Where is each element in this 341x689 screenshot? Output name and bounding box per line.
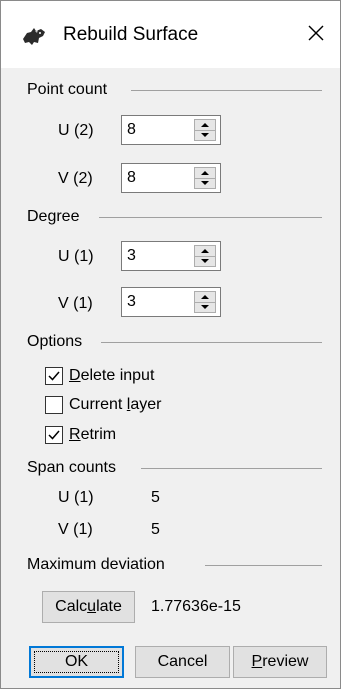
degree-u-stepper[interactable]: 3 [121,241,221,271]
point-count-v-value[interactable]: 8 [127,168,136,188]
dialog-title: Rebuild Surface [63,24,199,45]
max-deviation-divider [205,565,322,566]
span-counts-divider [141,468,322,469]
degree-heading: Degree [27,207,88,227]
retrim-label: Retrim [69,426,117,443]
degree-u-value[interactable]: 3 [127,246,136,266]
checkbox-box[interactable] [45,426,63,444]
checkmark-icon [48,371,60,381]
options-divider [101,342,322,343]
arrow-up-icon [201,295,209,299]
rhino-icon [21,23,47,49]
spin-buttons [194,291,216,313]
close-icon [307,24,325,47]
decrement-button[interactable] [195,130,215,140]
degree-v-stepper[interactable]: 3 [121,287,221,317]
decrement-button[interactable] [195,178,215,188]
point-count-u-label: U (2) [58,122,94,139]
checkmark-icon [48,430,60,440]
point-count-u-stepper[interactable]: 8 [121,115,221,145]
max-deviation-heading: Maximum deviation [27,555,173,575]
arrow-up-icon [201,171,209,175]
arrow-down-icon [201,133,209,137]
span-counts-u-value: 5 [151,489,160,506]
arrow-down-icon [201,305,209,309]
ok-button[interactable]: OK [29,646,124,678]
calculate-button[interactable]: Calculate [42,591,135,623]
checkbox-box[interactable] [45,396,63,414]
span-counts-u-label: U (1) [58,489,94,506]
span-counts-v-value: 5 [151,521,160,538]
options-heading: Options [27,332,91,352]
point-count-divider [131,90,322,91]
max-deviation-value: 1.77636e-15 [151,598,241,615]
checkbox-box[interactable] [45,367,63,385]
span-counts-heading: Span counts [27,458,124,478]
degree-v-value[interactable]: 3 [127,292,136,312]
point-count-v-stepper[interactable]: 8 [121,163,221,193]
decrement-button[interactable] [195,302,215,312]
arrow-up-icon [201,249,209,253]
decrement-button[interactable] [195,256,215,266]
point-count-v-label: V (2) [58,170,93,187]
close-button[interactable] [292,11,340,59]
degree-u-label: U (1) [58,248,94,265]
degree-v-label: V (1) [58,295,93,312]
title-bar[interactable]: Rebuild Surface [1,1,340,68]
spin-buttons [194,167,216,189]
point-count-heading: Point count [27,80,116,100]
degree-divider [99,217,322,218]
point-count-u-value[interactable]: 8 [127,120,136,140]
arrow-down-icon [201,181,209,185]
preview-button[interactable]: Preview [233,646,327,678]
current-layer-label: Current layer [69,396,162,413]
arrow-up-icon [201,123,209,127]
span-counts-v-label: V (1) [58,521,93,538]
spin-buttons [194,119,216,141]
spin-buttons [194,245,216,267]
rebuild-surface-dialog: Rebuild Surface Point count U (2) 8 V (2… [0,0,341,689]
arrow-down-icon [201,259,209,263]
cancel-button[interactable]: Cancel [135,646,230,678]
delete-input-label: Delete input [69,367,155,384]
focus-rectangle [34,651,119,673]
